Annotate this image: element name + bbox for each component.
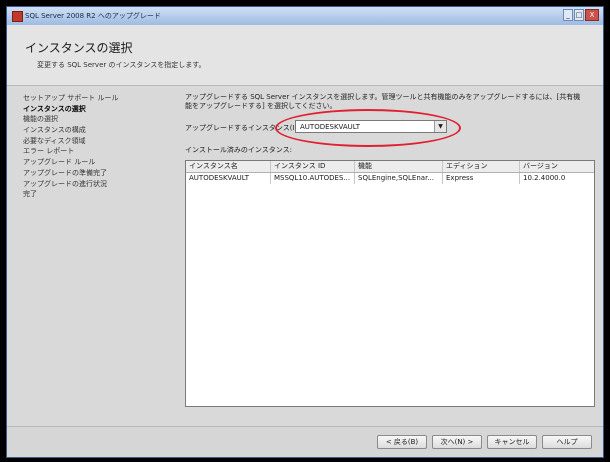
column-header-version[interactable]: バージョン — [520, 161, 594, 172]
table-cell-version: 10.2.4000.0 — [523, 174, 566, 182]
maximize-button[interactable]: □ — [574, 9, 584, 21]
page-subtitle: 変更する SQL Server のインスタンスを指定します。 — [37, 61, 206, 69]
table-cell-edition: Express — [443, 173, 520, 184]
button-bar: < 戻る(B) 次へ(N) > キャンセル ヘルプ — [7, 426, 603, 457]
instance-description: アップグレードする SQL Server インスタンスを選択します。管理ツールと… — [185, 93, 581, 110]
sidebar-item-upgrade-progress[interactable]: アップグレードの進行状況 — [23, 179, 173, 190]
sidebar-item-complete[interactable]: 完了 — [23, 189, 173, 200]
page-header: インスタンスの選択 変更する SQL Server のインスタンスを指定します。 — [7, 25, 603, 86]
minimize-button[interactable]: _ — [563, 9, 573, 21]
table-cell-instance-name: AUTODESKVAULT — [186, 173, 271, 184]
sidebar-item-error-reporting[interactable]: エラー レポート — [23, 146, 173, 157]
column-header-instance-id[interactable]: インスタンス ID — [271, 161, 355, 172]
table-row[interactable]: AUTODESKVAULT MSSQL10.AUTODES... SQLEngi… — [186, 173, 594, 184]
back-button[interactable]: < 戻る(B) — [377, 435, 427, 449]
next-button[interactable]: 次へ(N) > — [432, 435, 482, 449]
step-navigation: セットアップ サポート ルール インスタンスの選択 機能の選択 インスタンスの構… — [23, 93, 173, 200]
window-title: SQL Server 2008 R2 へのアップグレード — [25, 12, 161, 20]
sidebar-item-feature-selection[interactable]: 機能の選択 — [23, 114, 173, 125]
setup-window: SQL Server 2008 R2 へのアップグレード _ □ X インスタン… — [6, 6, 604, 458]
sidebar-item-upgrade-rules[interactable]: アップグレード ルール — [23, 157, 173, 168]
table-cell-instance-id: MSSQL10.AUTODES... — [271, 173, 355, 184]
sql-server-app-icon — [12, 11, 23, 22]
column-header-features[interactable]: 機能 — [355, 161, 443, 172]
title-bar: SQL Server 2008 R2 へのアップグレード _ □ X — [7, 7, 603, 26]
red-highlight-ellipse — [275, 109, 461, 147]
window-controls: _ □ X — [562, 9, 599, 22]
table-cell-features: SQLEngine,SQLEnar... — [355, 173, 443, 184]
help-button[interactable]: ヘルプ — [542, 435, 592, 449]
instance-selector-row: アップグレードするインスタンス(I): AUTODESKVAULT ▼ — [185, 109, 595, 147]
installed-instances-table: インスタンス名 インスタンス ID 機能 エディション バージョン AUTODE… — [185, 160, 595, 407]
cancel-button[interactable]: キャンセル — [487, 435, 537, 449]
table-header-row: インスタンス名 インスタンス ID 機能 エディション バージョン — [186, 161, 594, 173]
main-content: アップグレードする SQL Server インスタンスを選択します。管理ツールと… — [185, 93, 595, 407]
installed-instances-label: インストール済みのインスタンス: — [185, 146, 292, 154]
sidebar-item-disk-space[interactable]: 必要なディスク領域 — [23, 136, 173, 147]
column-header-instance-name[interactable]: インスタンス名 — [186, 161, 271, 172]
sidebar-item-setup-support-rules[interactable]: セットアップ サポート ルール — [23, 93, 173, 104]
close-button[interactable]: X — [585, 9, 599, 21]
sidebar-item-instance-selection[interactable]: インスタンスの選択 — [23, 104, 173, 115]
sidebar-item-instance-configuration[interactable]: インスタンスの構成 — [23, 125, 173, 136]
sidebar-item-ready-to-upgrade[interactable]: アップグレードの準備完了 — [23, 168, 173, 179]
page-title: インスタンスの選択 — [25, 41, 133, 55]
column-header-edition[interactable]: エディション — [443, 161, 520, 172]
